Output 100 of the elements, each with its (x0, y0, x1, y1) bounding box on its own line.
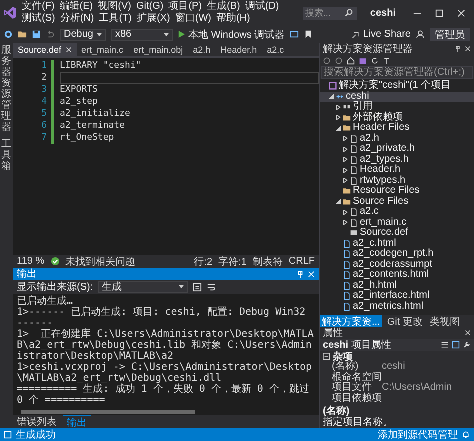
tree-item[interactable]: a2_interface.html (320, 291, 474, 302)
person-icon[interactable] (416, 30, 425, 39)
clear-icon[interactable] (193, 282, 202, 292)
caret-icon (97, 32, 102, 36)
references-icon (343, 103, 351, 112)
menu-item[interactable]: 调试(D) (244, 1, 280, 13)
run-button[interactable]: 本地 Windows 调试器 (178, 28, 285, 42)
home-icon[interactable] (347, 56, 355, 64)
tree-item[interactable]: a2.h (320, 134, 474, 144)
undo-icon[interactable] (46, 30, 55, 39)
code-editor[interactable]: 1 LIBRARY "ceshi" 2 3 EXPORTS 4 a2_step 5 a2_initialize 6 a2_terminate 7 rt_OneStep (13, 58, 319, 255)
document-tab[interactable]: ert_main.c (76, 43, 129, 56)
expanded-caret-icon[interactable] (336, 126, 341, 131)
panel-tab[interactable]: 错误列表 (13, 415, 61, 428)
status-icon (4, 430, 12, 438)
list-icon[interactable] (441, 341, 449, 349)
status-item: CRLF (288, 256, 315, 267)
tree-item[interactable]: Header.h (320, 165, 474, 176)
bookmark-icon[interactable] (304, 30, 313, 39)
menu-item[interactable]: 分析(N) (59, 13, 96, 25)
tree-item[interactable]: a2_private.h (320, 144, 474, 154)
menu-item[interactable]: 视图(V) (97, 1, 132, 13)
status-item: 字符:1 (218, 256, 247, 268)
maximize-icon[interactable] (435, 8, 444, 18)
expanded-caret-icon[interactable] (329, 94, 334, 100)
menu-item[interactable]: 编辑(E) (58, 1, 94, 13)
collapsed-caret-icon[interactable] (336, 115, 341, 120)
side-tab[interactable]: 服务器资源管理器 (2, 45, 12, 133)
collapsed-caret-icon[interactable] (343, 210, 348, 215)
panel-tab[interactable]: 解决方案资... (320, 315, 382, 327)
source-dropdown[interactable]: 生成 (98, 281, 188, 293)
document-tab[interactable]: Source.def (13, 43, 77, 56)
folder-icon[interactable] (18, 30, 27, 39)
panel-tab[interactable]: Git 更改 (385, 315, 425, 327)
pin-icon[interactable] (455, 46, 461, 52)
document-tab[interactable]: Header.h (216, 43, 262, 56)
wrap-icon[interactable] (207, 282, 216, 292)
menu-item[interactable]: 项目(P) (168, 1, 204, 13)
document-tab[interactable]: ert_main.obj (128, 43, 188, 56)
property-value[interactable]: ceshi (382, 362, 406, 372)
panel-title: 属性 (323, 326, 343, 340)
property-value[interactable]: C:\Users\Admin (382, 383, 452, 394)
zoom-level[interactable]: 119 % (17, 256, 45, 267)
collapsed-caret-icon[interactable] (343, 220, 348, 226)
live-share-button[interactable]: Live Share (352, 29, 411, 40)
source-control-button[interactable]: 添加到源代码管理 (378, 428, 458, 441)
close-icon[interactable] (465, 46, 471, 52)
platform-dropdown[interactable]: x86 (111, 28, 174, 40)
tree-item[interactable]: a2_types.h (320, 154, 474, 165)
tree-item[interactable]: 解决方案"ceshi"(1 个项目 (320, 81, 474, 92)
menu-item[interactable]: 文件(F) (21, 1, 56, 13)
collapsed-caret-icon[interactable] (343, 146, 348, 152)
menu-item[interactable]: 测试(S) (21, 13, 56, 25)
issues-status[interactable]: 未找到相关问题 (66, 254, 136, 268)
menu-item[interactable]: 工具(T) (98, 13, 134, 25)
menu-item[interactable]: 扩展(X) (136, 13, 172, 25)
collapsed-caret-icon[interactable] (336, 104, 341, 110)
tree-item[interactable]: a2_h.html (320, 280, 474, 291)
expanded-caret-icon[interactable] (336, 199, 341, 204)
tree-item[interactable]: Resource Files (320, 186, 474, 196)
tree-item[interactable]: ert_main.c (320, 218, 474, 228)
document-tab[interactable]: a2.h (188, 43, 216, 56)
panel-tab[interactable]: 类视图 (428, 315, 462, 327)
tree-item[interactable]: rtwtypes.h (320, 176, 474, 186)
refresh-icon[interactable] (371, 56, 379, 64)
tree-item[interactable]: 外部依赖项 (320, 112, 474, 123)
tree-item[interactable]: a2_metrics.html (320, 302, 474, 312)
tree-item[interactable]: a2_c.html (320, 238, 474, 249)
tree-item[interactable]: Header Files (320, 123, 474, 134)
document-tab[interactable]: a2.c (262, 43, 290, 56)
collapse-icon[interactable] (323, 353, 330, 360)
tree-item[interactable]: Source Files (320, 196, 474, 207)
line-number: 7 (40, 132, 48, 144)
collapsed-caret-icon[interactable] (343, 136, 348, 142)
bell-icon[interactable] (462, 430, 470, 438)
admin-button[interactable]: 管理员 (430, 28, 470, 41)
menu-item[interactable]: 生成(B) (206, 1, 242, 13)
configuration-dropdown[interactable]: Debug (60, 28, 106, 40)
tree-item[interactable]: a2_coderassumpt (320, 260, 474, 270)
collapsed-caret-icon[interactable] (343, 178, 348, 184)
collapsed-caret-icon[interactable] (343, 157, 348, 162)
tree-item[interactable]: a2_codegen_rpt.h (320, 249, 474, 260)
search-field[interactable]: 搜索... (303, 6, 358, 20)
tree-item[interactable]: 引用 (320, 102, 474, 112)
wrench-icon[interactable] (463, 341, 471, 349)
menu-item[interactable]: 帮助(H) (215, 13, 252, 25)
tree-item[interactable]: a2_contents.html (320, 270, 474, 280)
window-icon[interactable] (290, 30, 299, 39)
tree-item[interactable]: a2.c (320, 207, 474, 218)
menu-item[interactable]: 窗口(W) (174, 13, 212, 25)
tree-item[interactable]: ceshi (320, 92, 474, 102)
side-tab[interactable]: 工具箱 (2, 139, 12, 172)
close-icon[interactable] (66, 46, 72, 52)
close-icon[interactable] (465, 330, 471, 336)
collapsed-caret-icon[interactable] (343, 168, 348, 173)
menu-item[interactable]: Git(G) (135, 1, 165, 13)
tree-item[interactable]: Source.def (320, 228, 474, 238)
close-icon[interactable] (457, 8, 466, 18)
logo-icon (4, 7, 16, 19)
save-icon[interactable] (32, 30, 41, 39)
